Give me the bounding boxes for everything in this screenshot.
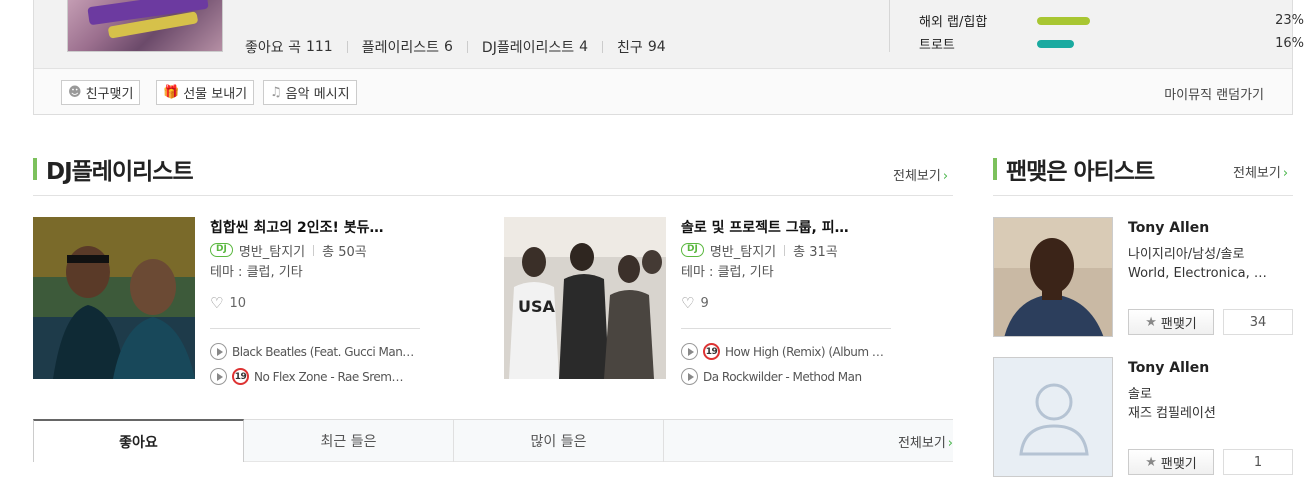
divider	[33, 195, 953, 196]
stat-dj-playlists[interactable]: DJ플레이리스트 4	[482, 37, 588, 57]
music-message-button[interactable]: ♫ 음악 메시지	[263, 80, 357, 105]
playlist-info: 솔로 및 프로젝트 그룹, 피… DJ 명반_탐지기 총 31곡 테마 : 클럽…	[681, 217, 921, 385]
profile-actions: ☻ 친구맺기 🎁 선물 보내기 ♫ 음악 메시지 마이뮤직 랜덤가기	[34, 68, 1292, 114]
send-gift-button[interactable]: 🎁 선물 보내기	[156, 80, 255, 105]
random-mymusic-link[interactable]: 마이뮤직 랜덤가기	[1164, 84, 1264, 103]
user-placeholder-icon	[1019, 383, 1089, 456]
artist-photo[interactable]	[993, 217, 1113, 337]
add-friend-button[interactable]: ☻ 친구맺기	[61, 80, 141, 105]
gift-icon: 🎁	[163, 85, 180, 100]
person-icon: ☻	[68, 85, 82, 100]
playlist-cover[interactable]: USA	[504, 217, 666, 379]
playlist-card: 힙합씬 최고의 2인조! 봇듀… DJ 명반_탐지기 총 50곡 테마 : 클럽…	[33, 217, 453, 387]
heart-icon: ♡	[210, 294, 224, 312]
artist-name[interactable]: Tony Allen	[1128, 220, 1209, 236]
star-icon: ★	[1145, 314, 1157, 330]
track-item[interactable]: Black Beatles (Feat. Gucci Man…	[210, 339, 420, 364]
fan-artists-more-link[interactable]: 전체보기 ›	[1233, 162, 1288, 181]
like-button[interactable]: ♡ 10	[210, 294, 246, 312]
artist-item: Tony Allen 나이지리아/남성/솔로 World, Electronic…	[993, 217, 1293, 337]
like-count: 9	[700, 295, 709, 311]
like-button[interactable]: ♡ 9	[681, 294, 709, 312]
heart-icon: ♡	[681, 294, 695, 312]
playlist-theme: 테마 : 클럽, 기타	[210, 265, 303, 280]
playlist-title[interactable]: 힙합씬 최고의 2인조! 봇듀…	[210, 217, 425, 237]
playlist-card: USA 솔로 및 프로젝트 그룹, 피… DJ 명반_탐지기 총 31곡 테마 …	[504, 217, 924, 387]
fan-count: 1	[1223, 449, 1293, 475]
track-item[interactable]: 19 How High (Remix) (Album V…	[681, 339, 891, 364]
svg-text:USA: USA	[518, 297, 556, 316]
dj-playlist-more-link[interactable]: 전체보기 ›	[893, 165, 948, 184]
divider	[993, 195, 1293, 196]
chevron-right-icon: ›	[942, 169, 949, 184]
track-list: Black Beatles (Feat. Gucci Man… 19 No Fl…	[210, 328, 420, 389]
artist-description: 나이지리아/남성/솔로 World, Electronica, …	[1128, 247, 1267, 281]
tab-liked[interactable]: 좋아요	[33, 419, 244, 462]
song-tabs: 좋아요 최근 들은 많이 들은 전체보기 ›	[33, 419, 953, 462]
dj-badge: DJ	[210, 243, 233, 257]
genre-label: 해외 랩/힙합	[919, 15, 988, 30]
star-icon: ★	[1145, 454, 1157, 470]
dj-badge: DJ	[681, 243, 704, 257]
playlist-meta: DJ 명반_탐지기 총 31곡	[681, 241, 921, 260]
playlist-title[interactable]: 솔로 및 프로젝트 그룹, 피…	[681, 217, 896, 237]
playlist-count: 총 50곡	[322, 244, 367, 260]
tab-recent[interactable]: 최근 들은	[244, 420, 454, 462]
artist-item: Tony Allen 솔로 재즈 컴필레이션 ★ 팬맺기 1	[993, 357, 1293, 477]
chevron-right-icon: ›	[947, 436, 953, 451]
profile-box: 좋아요 곡 111 플레이리스트 6 DJ플레이리스트 4 친구 94 해외 랩…	[33, 0, 1304, 115]
playlist-meta: DJ 명반_탐지기 총 50곡	[210, 241, 450, 260]
genre-percent: 23%	[1275, 13, 1304, 28]
genre-row: 트로트 16%	[919, 34, 1304, 53]
music-note-icon: ♫	[270, 85, 282, 100]
play-icon[interactable]	[681, 368, 698, 385]
playlist-theme: 테마 : 클럽, 기타	[681, 265, 774, 280]
title-accent-bar	[33, 158, 37, 180]
age-19-badge-icon: 19	[232, 368, 249, 385]
stat-divider	[602, 41, 604, 53]
meta-divider	[313, 244, 315, 256]
track-item[interactable]: Da Rockwilder - Method Man	[681, 364, 891, 389]
genre-label: 트로트	[919, 38, 955, 53]
chevron-right-icon: ›	[1282, 166, 1289, 181]
dj-playlist-title: DJ플레이리스트	[33, 152, 194, 186]
genre-bar	[1037, 16, 1090, 25]
profile-image[interactable]	[67, 0, 223, 52]
playlist-author[interactable]: 명반_탐지기	[239, 241, 305, 260]
tab-most-played[interactable]: 많이 들은	[454, 420, 664, 462]
title-accent-bar	[993, 158, 997, 180]
playlist-info: 힙합씬 최고의 2인조! 봇듀… DJ 명반_탐지기 총 50곡 테마 : 클럽…	[210, 217, 450, 385]
genre-row: 해외 랩/힙합 23%	[919, 11, 1304, 30]
artist-description: 솔로 재즈 컴필레이션	[1128, 387, 1216, 421]
fan-count: 34	[1223, 309, 1293, 335]
profile-stats: 좋아요 곡 111 플레이리스트 6 DJ플레이리스트 4 친구 94	[245, 37, 666, 57]
stat-friends[interactable]: 친구 94	[617, 37, 666, 57]
play-icon[interactable]	[210, 368, 227, 385]
artist-photo-placeholder[interactable]	[993, 357, 1113, 477]
divider	[889, 0, 890, 52]
playlist-author[interactable]: 명반_탐지기	[710, 241, 776, 260]
stat-divider	[466, 41, 468, 53]
stat-divider	[346, 41, 348, 53]
age-19-badge-icon: 19	[703, 343, 720, 360]
profile-summary: 좋아요 곡 111 플레이리스트 6 DJ플레이리스트 4 친구 94 해외 랩…	[34, 0, 1304, 68]
track-item[interactable]: 19 No Flex Zone - Rae Srem…	[210, 364, 420, 389]
playlist-cover[interactable]	[33, 217, 195, 379]
like-count: 10	[229, 295, 246, 311]
play-icon[interactable]	[210, 343, 227, 360]
artist-name[interactable]: Tony Allen	[1128, 360, 1209, 376]
fan-button[interactable]: ★ 팬맺기	[1128, 449, 1214, 475]
play-icon[interactable]	[681, 343, 698, 360]
tabs-more-link[interactable]: 전체보기 ›	[898, 432, 953, 451]
genre-bar	[1037, 39, 1074, 48]
stat-playlists[interactable]: 플레이리스트 6	[362, 37, 453, 57]
track-list: 19 How High (Remix) (Album V… Da Rockwil…	[681, 328, 891, 389]
fan-button[interactable]: ★ 팬맺기	[1128, 309, 1214, 335]
genre-percent: 16%	[1275, 36, 1304, 51]
meta-divider	[784, 244, 786, 256]
playlist-count: 총 31곡	[793, 244, 838, 260]
stat-liked-songs[interactable]: 좋아요 곡 111	[245, 37, 333, 57]
fan-artists-title: 팬맺은 아티스트	[993, 152, 1155, 186]
